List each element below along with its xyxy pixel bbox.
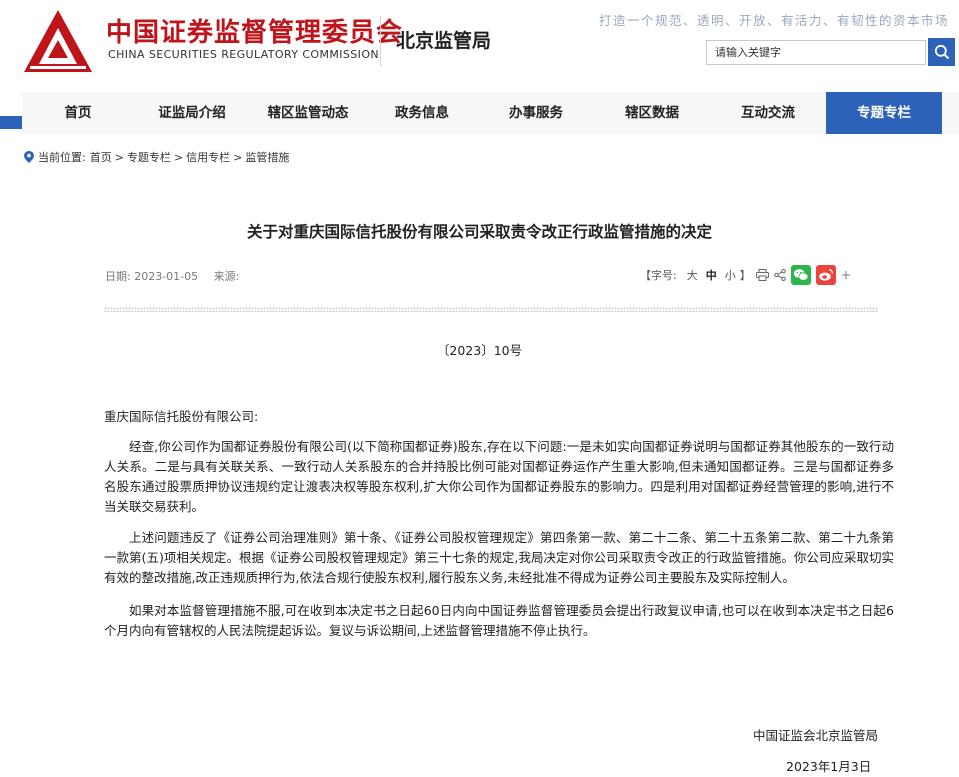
nav-item-supervision-news[interactable]: 辖区监管动态: [250, 92, 366, 134]
document-number: 〔2023〕10号: [436, 343, 523, 358]
share-icon[interactable]: [773, 269, 786, 281]
signature-org: 中国证监会北京监管局: [753, 728, 879, 743]
bureau-name: 北京监管局: [396, 30, 492, 52]
print-icon[interactable]: [755, 269, 769, 281]
font-size-large[interactable]: 大: [687, 267, 698, 283]
font-size-label-close: 】: [739, 269, 751, 282]
search-button[interactable]: [928, 38, 955, 66]
article-date: 2023-01-05: [134, 270, 199, 283]
breadcrumb-separator: >: [233, 150, 243, 164]
breadcrumb: 当前位置: 首页 > 专题专栏 > 信用专栏 > 监管措施: [24, 149, 289, 165]
font-size-medium[interactable]: 中: [706, 267, 717, 283]
body-paragraph: 经查,你公司作为国都证券股份有限公司(以下简称国都证券)股东,存在以下问题:一是…: [104, 439, 894, 514]
search-input[interactable]: [707, 41, 927, 64]
addressee: 重庆国际信托股份有限公司:: [104, 409, 259, 424]
breadcrumb-measures[interactable]: 监管措施: [245, 149, 289, 165]
weibo-icon[interactable]: [815, 265, 836, 285]
source-label: 来源:: [213, 270, 240, 283]
nav-item-interaction[interactable]: 互动交流: [710, 92, 826, 134]
nav-item-services[interactable]: 办事服务: [478, 92, 594, 134]
main-nav: 首页 证监局介绍 辖区监管动态 政务信息 办事服务 辖区数据 互动交流 专题专栏: [22, 92, 959, 134]
date-label: 日期:: [105, 270, 131, 283]
wechat-icon[interactable]: [790, 265, 811, 285]
search-icon: [934, 44, 949, 60]
article-tools: 【字号: 大 中 小 】: [640, 265, 851, 285]
breadcrumb-separator: >: [173, 150, 184, 164]
body-paragraph: 上述问题违反了《证券公司治理准则》第十条、《证券公司股权管理规定》第四条第一款、…: [104, 530, 894, 585]
breadcrumb-separator: >: [114, 150, 124, 164]
nav-item-gov-info[interactable]: 政务信息: [366, 92, 478, 134]
breadcrumb-home[interactable]: 首页: [90, 149, 112, 165]
org-name-cn[interactable]: 中国证券监督管理委员会: [106, 12, 403, 49]
breadcrumb-credit[interactable]: 信用专栏: [186, 149, 230, 165]
article-meta: 日期: 2023-01-05 来源:: [105, 268, 239, 284]
search-box: [706, 40, 927, 65]
nav-item-special-topics[interactable]: 专题专栏: [826, 92, 942, 134]
nav-item-home[interactable]: 首页: [22, 92, 134, 134]
body-paragraph: 如果对本监督管理措施不服,可在收到本决定书之日起60日内向中国证券监督管理委员会…: [104, 603, 894, 638]
font-size-label: 【字号:: [640, 269, 677, 282]
plus-icon[interactable]: [841, 270, 851, 280]
nav-item-data[interactable]: 辖区数据: [594, 92, 710, 134]
breadcrumb-prefix: 当前位置:: [38, 151, 86, 164]
nav-item-about[interactable]: 证监局介绍: [134, 92, 250, 134]
slogan: 打造一个规范、透明、开放、有活力、有韧性的资本市场: [598, 13, 949, 28]
csrc-logo-icon[interactable]: [22, 8, 94, 74]
article-title: 关于对重庆国际信托股份有限公司采取责令改正行政监管措施的决定: [246, 223, 712, 241]
font-size-small[interactable]: 小: [725, 267, 736, 283]
location-pin-icon: [24, 151, 34, 163]
signature-date: 2023年1月3日: [786, 759, 872, 774]
dotted-divider: [104, 307, 878, 312]
breadcrumb-special-topics[interactable]: 专题专栏: [127, 149, 171, 165]
site-header: 中国证券监督管理委员会 CHINA SECURITIES REGULATORY …: [0, 0, 959, 86]
org-name-en: CHINA SECURITIES REGULATORY COMMISSION: [108, 48, 380, 61]
header-divider: [380, 16, 381, 66]
